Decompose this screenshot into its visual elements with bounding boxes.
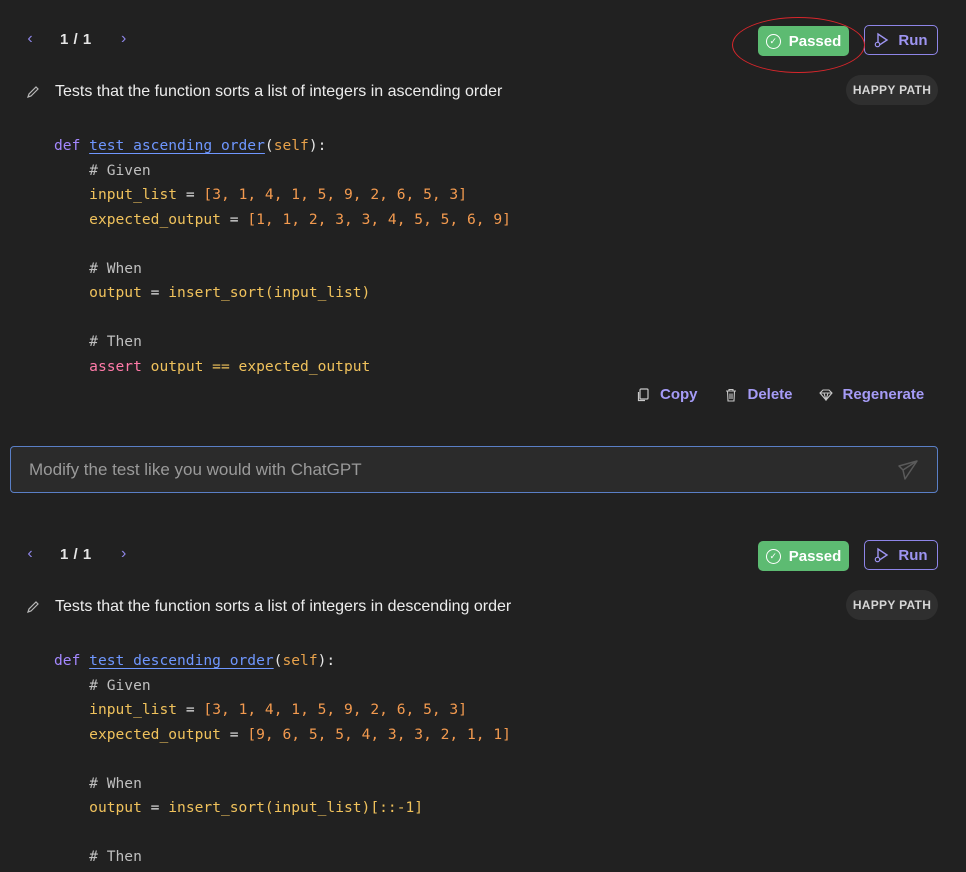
run-icon	[875, 547, 889, 563]
pager: ‹ 1 / 1 ›	[20, 26, 134, 52]
pencil-icon[interactable]	[26, 84, 42, 100]
code-comment-given: # Given	[89, 161, 151, 179]
pencil-icon[interactable]	[26, 599, 42, 615]
code-comment-then: # Then	[89, 333, 142, 350]
chevron-right-icon[interactable]: ›	[114, 541, 134, 567]
status-label: Passed	[788, 32, 842, 50]
code-expected-output: [1, 1, 2, 3, 3, 4, 5, 5, 6, 9]	[247, 210, 511, 228]
copy-icon	[636, 387, 650, 402]
pager-text: 1 / 1	[60, 30, 92, 48]
code-comment-when: # When	[89, 774, 142, 792]
description-row: Tests that the function sorts a list of …	[26, 595, 511, 619]
send-icon[interactable]	[897, 459, 919, 481]
code-input-list: [3, 1, 4, 1, 5, 9, 2, 6, 5, 3]	[203, 701, 468, 718]
code-expected-output: [9, 6, 5, 5, 4, 3, 3, 2, 1, 1]	[247, 725, 511, 743]
regenerate-button[interactable]: Regenerate	[818, 386, 925, 403]
code-comment-given: # Given	[89, 676, 151, 694]
code-self: self	[273, 137, 309, 154]
code-function-name: test_ascending_order	[89, 137, 265, 154]
status-label: Passed	[788, 547, 842, 565]
code-input-list: [3, 1, 4, 1, 5, 9, 2, 6, 5, 3]	[203, 186, 468, 203]
trash-icon	[724, 388, 738, 402]
category-badge: HAPPY PATH	[846, 590, 938, 620]
run-button[interactable]: Run	[864, 540, 938, 570]
test-actions: Copy Delete Regenerate	[636, 386, 924, 403]
code-call: insert_sort(input_list)[::-1]	[168, 799, 424, 816]
code-block: def test_descending_order(self): # Given…	[54, 652, 511, 865]
regenerate-label: Regenerate	[842, 386, 925, 403]
copy-button[interactable]: Copy	[636, 386, 698, 403]
code-keyword: def	[54, 137, 81, 154]
code-assert-expr: output == expected_output	[150, 357, 371, 375]
copy-label: Copy	[660, 386, 698, 403]
code-self: self	[282, 652, 318, 669]
chevron-left-icon[interactable]: ‹	[20, 541, 40, 567]
chevron-right-icon[interactable]: ›	[114, 26, 134, 52]
code-call: insert_sort(input_list)	[168, 284, 371, 301]
test-description: Tests that the function sorts a list of …	[55, 83, 503, 100]
check-circle-icon: ✓	[765, 548, 781, 564]
code-keyword: def	[54, 652, 81, 669]
status-passed-badge: ✓ Passed	[758, 541, 849, 571]
run-icon	[875, 32, 889, 48]
run-label: Run	[898, 31, 928, 49]
pager-text: 1 / 1	[60, 545, 92, 563]
check-circle-icon: ✓	[765, 33, 781, 49]
code-comment-when: # When	[89, 259, 142, 277]
status-passed-badge: ✓ Passed	[758, 26, 849, 56]
pager: ‹ 1 / 1 ›	[20, 541, 134, 567]
run-label: Run	[898, 546, 928, 564]
delete-button[interactable]: Delete	[724, 386, 793, 403]
code-function-name: test_descending_order	[89, 652, 274, 669]
test-description: Tests that the function sorts a list of …	[55, 598, 512, 615]
modify-test-input[interactable]	[27, 458, 897, 481]
chevron-left-icon[interactable]: ‹	[20, 26, 40, 52]
code-block: def test_ascending_order(self): # Given …	[54, 137, 511, 375]
category-badge: HAPPY PATH	[846, 75, 938, 105]
code-comment-then: # Then	[89, 848, 142, 865]
delete-label: Delete	[747, 386, 793, 403]
modify-test-prompt[interactable]	[10, 446, 938, 493]
run-button[interactable]: Run	[864, 25, 938, 55]
diamond-icon	[818, 388, 833, 402]
code-assert-keyword: assert	[89, 357, 142, 375]
description-row: Tests that the function sorts a list of …	[26, 80, 502, 104]
